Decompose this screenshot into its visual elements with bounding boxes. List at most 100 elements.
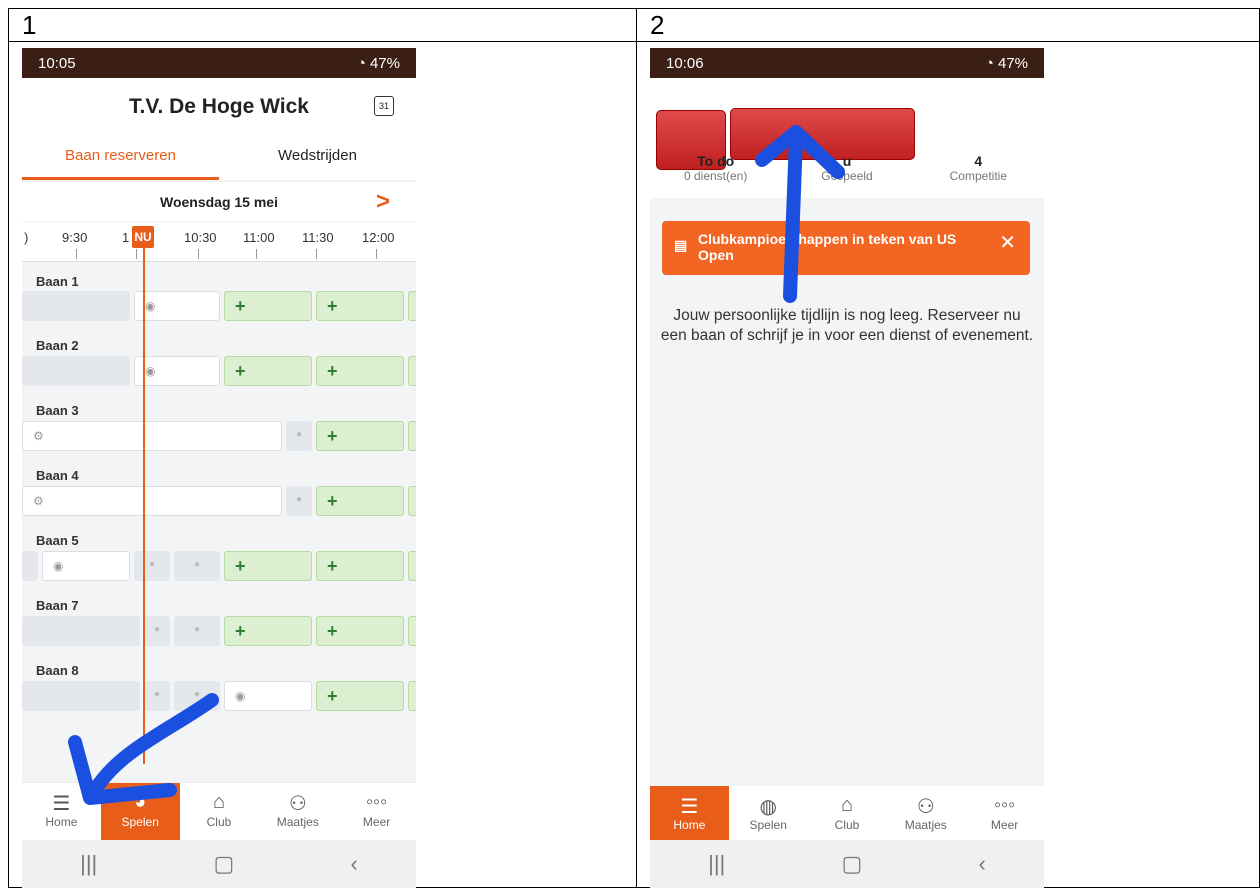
slot-blocked: ●	[174, 616, 220, 646]
wifi-icon: ◔	[356, 54, 366, 72]
nav-home[interactable]: ☰ Home	[22, 783, 101, 840]
time-tick	[76, 249, 77, 259]
nav-label: Meer	[990, 818, 1019, 832]
slot-available[interactable]: +	[316, 681, 404, 711]
home-button[interactable]: ▢	[214, 851, 235, 877]
slot-available[interactable]	[408, 291, 416, 321]
time-label: 1	[122, 230, 130, 245]
nav-home[interactable]: ☰ Home	[650, 786, 729, 842]
nav-meer[interactable]: ◦◦◦ Meer	[337, 783, 416, 840]
slot-available[interactable]	[408, 551, 416, 581]
stat-label: 0 dienst(en)	[683, 169, 748, 183]
nav-maatjes[interactable]: ⚇ Maatjes	[258, 783, 337, 840]
battery-level: 47%	[997, 54, 1028, 72]
date-selector: Woensdag 15 mei >	[22, 181, 416, 221]
slot-booked[interactable]: ⚙	[22, 421, 282, 451]
tab-baan-reserveren[interactable]: Baan reserveren	[22, 136, 219, 180]
stat-value: 4	[974, 153, 983, 169]
slot-booked[interactable]: ⚙	[22, 486, 282, 516]
now-line	[143, 244, 145, 764]
back-button[interactable]: ‹	[979, 851, 986, 877]
slot-available[interactable]	[408, 356, 416, 386]
time-tick	[256, 249, 257, 259]
nav-spelen[interactable]: ◕ Spelen	[100, 783, 180, 840]
court-label: Baan 5	[36, 533, 79, 548]
slot-available[interactable]	[408, 486, 416, 516]
slot-available[interactable]: +	[224, 356, 312, 386]
app-header: T.V. De Hoge Wick 31	[22, 78, 416, 136]
court-label: Baan 8	[36, 663, 79, 678]
stat-competitie[interactable]: 4 Competitie	[913, 153, 1044, 183]
people-icon: ⚇	[916, 796, 935, 818]
chevron-right-icon[interactable]: >	[376, 182, 390, 222]
slot-blocked: ●	[144, 681, 170, 711]
current-date: Woensdag 15 mei	[159, 194, 278, 210]
slot-blocked: ●	[286, 421, 312, 451]
recents-button[interactable]: |||	[80, 851, 97, 877]
nav-spelen[interactable]: ◍ Spelen	[729, 786, 808, 842]
status-time: 10:06	[666, 54, 704, 72]
nav-meer[interactable]: ◦◦◦ Meer	[965, 786, 1044, 842]
slot-available[interactable]	[408, 616, 416, 646]
slot-unavailable	[22, 681, 140, 711]
court-label: Baan 2	[36, 338, 79, 353]
slot-unavailable	[22, 616, 140, 646]
slot-available[interactable]: +	[224, 616, 312, 646]
slot-booked[interactable]: ◉	[134, 291, 220, 321]
time-tick	[316, 249, 317, 259]
slot-available[interactable]	[408, 681, 416, 711]
menu-icon: ☰	[52, 793, 71, 815]
home-button[interactable]: ▢	[842, 851, 863, 877]
slot-available[interactable]: +	[316, 291, 404, 321]
time-tick	[198, 249, 199, 259]
news-banner[interactable]: ▤ Clubkampioen happen in teken van US Op…	[662, 221, 1030, 275]
calendar-icon[interactable]: 31	[374, 96, 394, 116]
stat-label: Competitie	[949, 169, 1007, 183]
stat-todo[interactable]: To do 0 dienst(en)	[650, 153, 781, 183]
stat-gespeeld[interactable]: u Gespeeld	[781, 153, 912, 183]
slot-available[interactable]: +	[316, 356, 404, 386]
tab-bar: Baan reserveren Wedstrijden	[22, 136, 416, 180]
slot-booked[interactable]: ◉	[224, 681, 312, 711]
nav-label: Maatjes	[276, 815, 319, 829]
slot-booked[interactable]: ◉	[134, 356, 220, 386]
bottom-navigation: ☰ Home ◕ Spelen ⌂ Club ⚇ Maatjes ◦◦◦ Meer	[22, 782, 416, 840]
close-icon[interactable]: ✕	[999, 233, 1016, 253]
slot-blocked: ●	[134, 551, 170, 581]
back-button[interactable]: ‹	[351, 851, 358, 877]
slot-available[interactable]: +	[316, 616, 404, 646]
step-number-2: 2	[650, 10, 665, 40]
phone-screen-2: 10:06 ◔ 47% To do 0 dienst(en) u Gespeeld 4…	[650, 48, 1044, 888]
slot-available[interactable]	[408, 421, 416, 451]
slot-unavailable	[22, 291, 130, 321]
slot-available[interactable]: +	[224, 551, 312, 581]
slot-blocked: ●	[286, 486, 312, 516]
wifi-icon: ◔	[984, 54, 994, 72]
system-navigation: ||| ▢ ‹	[650, 840, 1044, 888]
slot-available[interactable]: +	[316, 551, 404, 581]
court-label: Baan 7	[36, 598, 79, 613]
bottom-navigation: ☰ Home ◍ Spelen ⌂ Club ⚇ Maatjes ◦◦◦ Meer	[650, 786, 1044, 842]
slot-available[interactable]: +	[316, 421, 404, 451]
system-navigation: ||| ▢ ‹	[22, 840, 416, 888]
slot-blocked: ●	[174, 681, 220, 711]
club-title: T.V. De Hoge Wick	[129, 95, 309, 118]
time-label: 12:00	[362, 230, 395, 245]
nav-maatjes[interactable]: ⚇ Maatjes	[886, 786, 965, 842]
slot-available[interactable]: +	[316, 486, 404, 516]
slot-blocked: ●	[144, 616, 170, 646]
phone-screen-1: 10:05 ◔ 47% T.V. De Hoge Wick 31 Baan res…	[22, 48, 416, 888]
nav-club[interactable]: ⌂ Club	[808, 786, 887, 842]
time-ruler[interactable]: ) 9:30 1 10:30 11:00 11:30 12:00 NU	[22, 222, 416, 262]
nav-label: Home	[673, 818, 706, 832]
table-header-divider	[8, 41, 1260, 42]
nav-label: Club	[834, 818, 860, 832]
step-number-1: 1	[22, 10, 37, 40]
recents-button[interactable]: |||	[708, 851, 725, 877]
slot-blocked: ●	[174, 551, 220, 581]
time-label: 11:30	[302, 230, 334, 245]
tab-wedstrijden[interactable]: Wedstrijden	[219, 136, 416, 180]
slot-available[interactable]: +	[224, 291, 312, 321]
slot-booked[interactable]: ◉	[42, 551, 130, 581]
nav-club[interactable]: ⌂ Club	[180, 783, 259, 840]
